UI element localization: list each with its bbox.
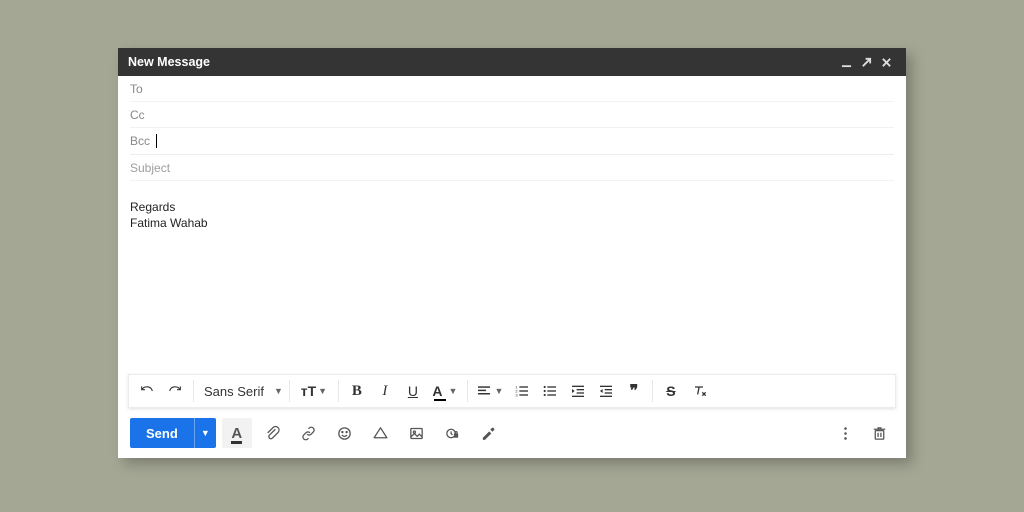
popout-button[interactable] [856,52,876,72]
insert-link-button[interactable] [294,418,324,448]
font-family-dropdown[interactable]: Sans Serif ▼ [198,384,285,399]
quote-button[interactable]: ❞ [620,377,648,405]
remove-formatting-button[interactable] [685,377,713,405]
font-family-label: Sans Serif [204,384,264,399]
bullet-list-button[interactable] [536,377,564,405]
format-toolbar: Sans Serif ▼ тT ▼ B I U A▼ ▼ 123 [128,374,896,408]
quote-glyph: ❞ [630,381,639,401]
body-line-2: Fatima Wahab [130,215,894,231]
bcc-field[interactable]: Bcc [130,128,894,154]
close-button[interactable] [876,52,896,72]
text-color-dropdown[interactable]: A▼ [427,377,463,405]
body-line-1: Regards [130,199,894,215]
redo-button[interactable] [161,377,189,405]
insert-signature-button[interactable] [474,418,504,448]
insert-emoji-button[interactable] [330,418,360,448]
cc-label: Cc [130,108,145,122]
indent-less-button[interactable] [564,377,592,405]
numbered-list-button[interactable]: 123 [508,377,536,405]
to-label: To [130,82,143,96]
bcc-label: Bcc [130,134,150,148]
chevron-down-icon: ▼ [449,386,458,396]
strikethrough-button[interactable]: S [657,377,685,405]
send-button[interactable]: Send [130,418,194,448]
discard-draft-button[interactable] [864,418,894,448]
window-title: New Message [128,55,210,69]
align-dropdown[interactable]: ▼ [472,377,508,405]
send-options-dropdown[interactable]: ▼ [194,418,216,448]
message-body[interactable]: Regards Fatima Wahab [118,181,906,374]
chevron-down-icon: ▼ [318,386,327,396]
attach-file-button[interactable] [258,418,288,448]
font-size-dropdown[interactable]: тT ▼ [294,377,334,405]
titlebar: New Message [118,48,906,76]
subject-field[interactable]: Subject [130,155,894,181]
bottom-toolbar: Send ▼ A [118,408,906,458]
undo-button[interactable] [133,377,161,405]
to-field[interactable]: To [130,76,894,102]
confidential-mode-button[interactable] [438,418,468,448]
recipient-fields: To Cc Bcc Subject [118,76,906,181]
underline-button[interactable]: U [399,377,427,405]
send-group: Send ▼ [130,418,216,448]
italic-button[interactable]: I [371,377,399,405]
minimize-button[interactable] [836,52,856,72]
compose-window: New Message To Cc Bcc Subject Regards Fa [118,48,906,458]
subject-placeholder: Subject [130,161,170,175]
font-size-glyph: тT [301,383,316,399]
indent-more-button[interactable] [592,377,620,405]
insert-drive-button[interactable] [366,418,396,448]
more-options-button[interactable] [830,418,860,448]
chevron-down-icon: ▼ [274,386,283,396]
cc-field[interactable]: Cc [130,102,894,128]
insert-photo-button[interactable] [402,418,432,448]
svg-text:3: 3 [515,392,518,397]
formatting-options-button[interactable]: A [222,418,252,448]
bold-button[interactable]: B [343,377,371,405]
text-cursor [156,134,157,148]
chevron-down-icon: ▼ [494,386,503,396]
